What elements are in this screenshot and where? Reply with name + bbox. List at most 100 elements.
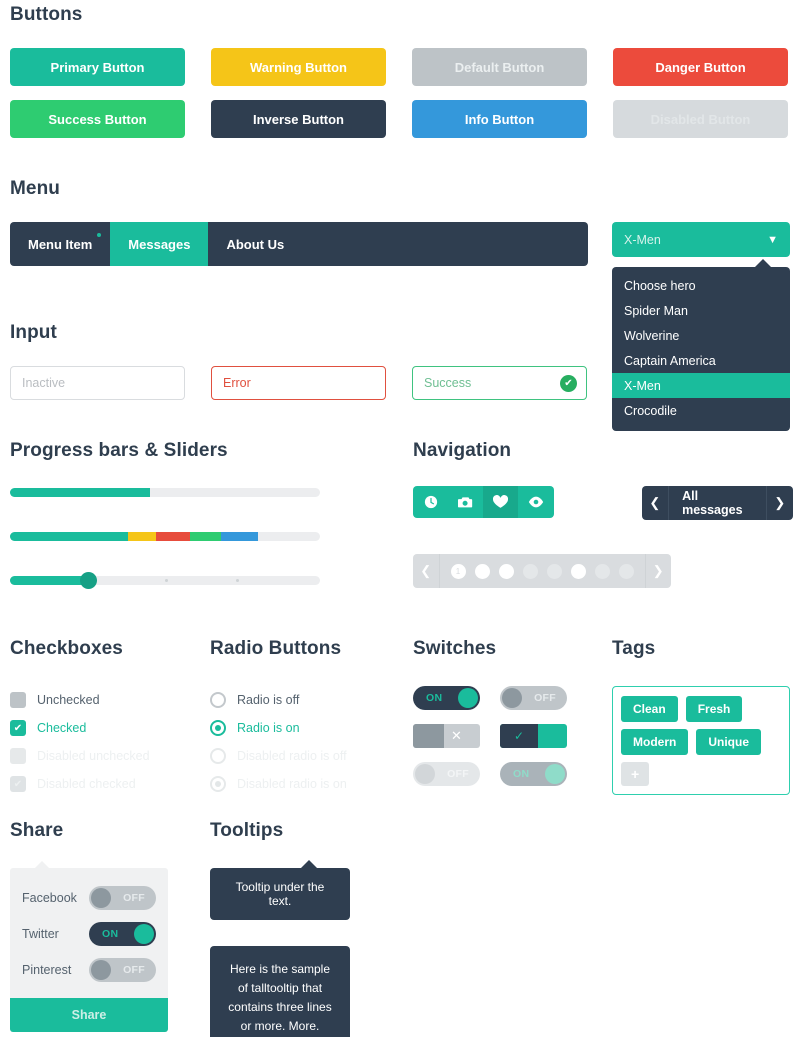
pagination-prev-chevron-left-icon[interactable]: ❮: [413, 554, 439, 588]
add-tag-button[interactable]: +: [621, 762, 650, 786]
share-row-pinterest: Pinterest OFF: [10, 952, 168, 988]
progress-segment: [220, 532, 258, 541]
progress-segment: [127, 532, 156, 541]
switch-label: OFF: [447, 768, 469, 780]
heart-icon[interactable]: [483, 486, 519, 518]
switch-disabled-off: OFF: [413, 762, 480, 786]
radio-on-icon[interactable]: [210, 720, 226, 736]
menubar-item-label: About Us: [226, 236, 285, 252]
success-input[interactable]: Success ✔: [412, 366, 587, 400]
switch-on[interactable]: ON: [413, 686, 480, 710]
input-row: Inactive Error Success ✔: [10, 366, 790, 400]
primary-button[interactable]: Primary Button: [10, 48, 185, 86]
eye-icon[interactable]: [518, 486, 553, 518]
switches-heading: Switches: [413, 638, 497, 659]
pagination-page-2[interactable]: [474, 563, 490, 579]
dropdown-option-choose-hero[interactable]: Choose hero: [612, 273, 790, 298]
share-button[interactable]: Share: [10, 998, 168, 1032]
slider-tick: [236, 579, 240, 582]
radio-off-icon[interactable]: [210, 692, 226, 708]
radio-on-row[interactable]: Radio is on: [210, 714, 400, 742]
twitter-switch[interactable]: ON: [89, 922, 156, 946]
close-icon: ✕: [451, 728, 462, 743]
radio-disabled-on-icon: [210, 776, 226, 792]
inactive-input[interactable]: Inactive: [10, 366, 185, 400]
checkbox-label: Checked: [37, 721, 87, 735]
switch-knob: [502, 688, 522, 708]
switch-knob: [413, 724, 444, 748]
checkbox-disabled-unchecked-icon: [10, 748, 26, 764]
pagination-page-5[interactable]: [546, 563, 562, 579]
dropdown-option-spider-man[interactable]: Spider Man: [612, 298, 790, 323]
navigation-section: Navigation ❮ All messages ❯ ❮ 1 ❯: [413, 440, 793, 588]
switch-knob: [91, 960, 111, 980]
dropdown-select[interactable]: X-Men ▼: [612, 222, 790, 257]
tag-clean[interactable]: Clean: [621, 696, 678, 722]
input-heading: Input: [10, 322, 57, 343]
tooltips-heading: Tooltips: [210, 820, 284, 841]
switch-square-off[interactable]: ✕: [413, 724, 480, 748]
menubar: Menu Item Messages About Us: [10, 222, 588, 266]
clock-icon[interactable]: [413, 486, 448, 518]
share-row-twitter: Twitter ON: [10, 916, 168, 952]
pinterest-switch[interactable]: OFF: [89, 958, 156, 982]
switch-label: ON: [513, 768, 530, 780]
radio-label: Radio is off: [237, 693, 300, 707]
switch-knob: [134, 924, 154, 944]
info-button[interactable]: Info Button: [412, 100, 587, 138]
switch-label: OFF: [123, 892, 145, 904]
slider-handle[interactable]: [79, 572, 97, 589]
menubar-item-menu-item[interactable]: Menu Item: [10, 222, 110, 266]
pagination-page-6[interactable]: [570, 563, 586, 579]
checkbox-unchecked-icon[interactable]: [10, 692, 26, 708]
ui-kit-page: Buttons Primary Button Warning Button De…: [0, 0, 800, 1037]
radios-heading: Radio Buttons: [210, 638, 342, 659]
progress-bar-segmented: [10, 532, 320, 541]
dropdown-option-crocodile[interactable]: Crocodile: [612, 398, 790, 423]
tag-modern[interactable]: Modern: [621, 729, 689, 755]
tag-fresh[interactable]: Fresh: [685, 696, 743, 722]
progress-segment: [155, 532, 190, 541]
error-input[interactable]: Error: [211, 366, 386, 400]
pagination-page-8[interactable]: [618, 563, 634, 579]
chevron-right-icon[interactable]: ❯: [767, 486, 793, 520]
progress-segment: [189, 532, 221, 541]
default-button[interactable]: Default Button: [412, 48, 587, 86]
radio-disabled-off-row: Disabled radio is off: [210, 742, 400, 770]
menubar-item-about-us[interactable]: About Us: [208, 222, 302, 266]
checkbox-disabled-unchecked-row: Disabled unchecked: [10, 742, 200, 770]
facebook-switch[interactable]: OFF: [89, 886, 156, 910]
tooltips-section: Tooltips Tooltip under the text. Here is…: [210, 820, 410, 1037]
radio-off-row[interactable]: Radio is off: [210, 686, 400, 714]
pagination-page-1[interactable]: 1: [450, 563, 466, 579]
tags-section: Tags Clean Fresh Modern Unique +: [612, 638, 792, 795]
success-button[interactable]: Success Button: [10, 100, 185, 138]
chevron-left-icon[interactable]: ❮: [642, 486, 668, 520]
dropdown-selected-value: X-Men: [624, 232, 661, 247]
slider-fill: [10, 576, 88, 585]
share-label: Pinterest: [22, 963, 72, 977]
switch-knob: [91, 888, 111, 908]
pager-label[interactable]: All messages: [668, 486, 767, 520]
pager: ❮ All messages ❯: [641, 486, 793, 520]
checkbox-checked-icon[interactable]: ✔: [10, 720, 26, 736]
pagination-page-3[interactable]: [498, 563, 514, 579]
tag-unique[interactable]: Unique: [696, 729, 762, 755]
camera-icon[interactable]: [448, 486, 483, 518]
pagination-page-7[interactable]: [594, 563, 610, 579]
switch-square-on[interactable]: ✓: [500, 724, 567, 748]
radio-label: Disabled radio is on: [237, 777, 347, 791]
menubar-item-messages[interactable]: Messages: [110, 222, 209, 266]
pagination-page-4[interactable]: [522, 563, 538, 579]
inverse-button[interactable]: Inverse Button: [211, 100, 386, 138]
slider[interactable]: [10, 572, 320, 589]
switch-knob: [545, 764, 565, 784]
checkbox-checked-row[interactable]: ✔ Checked: [10, 714, 200, 742]
warning-button[interactable]: Warning Button: [211, 48, 386, 86]
switch-off[interactable]: OFF: [500, 686, 567, 710]
checkbox-disabled-checked-row: ✔ Disabled checked: [10, 770, 200, 798]
checkbox-unchecked-row[interactable]: Unchecked: [10, 686, 200, 714]
pagination-next-chevron-right-icon[interactable]: ❯: [646, 554, 672, 588]
danger-button[interactable]: Danger Button: [613, 48, 788, 86]
navigation-row: ❮ All messages ❯: [413, 486, 793, 520]
